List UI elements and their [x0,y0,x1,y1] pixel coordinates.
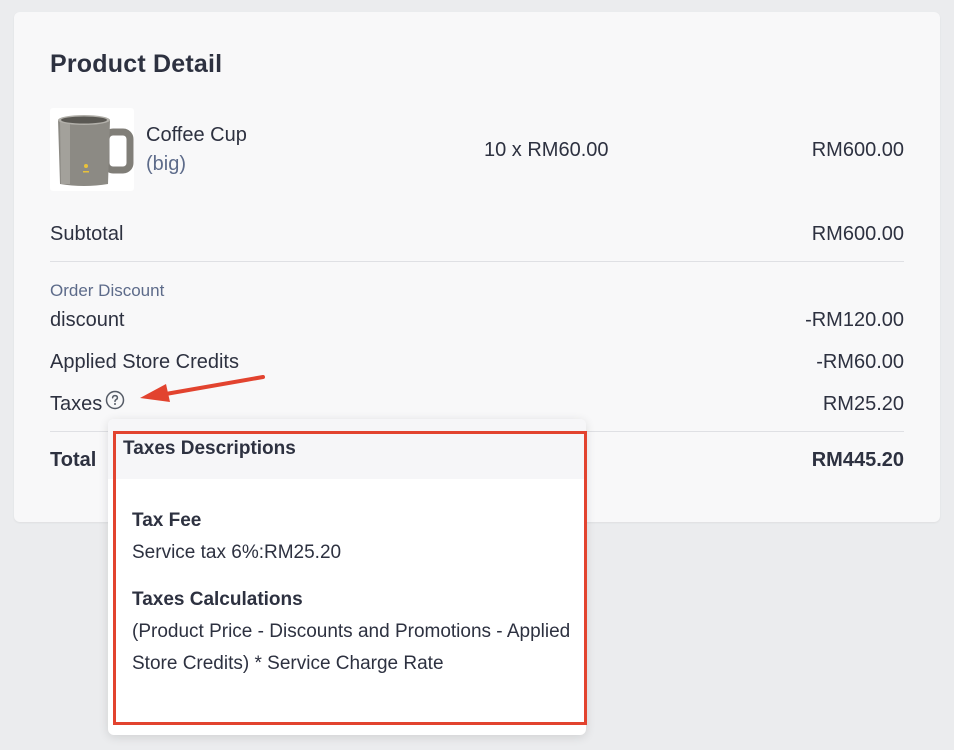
product-thumbnail [50,108,134,191]
taxes-label: Taxes [50,393,103,415]
order-discount-heading: Order Discount [50,281,165,300]
discount-value: -RM120.00 [805,309,904,331]
subtotal-label: Subtotal [50,223,124,245]
taxes-calculations-heading: Taxes Calculations [132,589,303,610]
divider [50,261,904,262]
tax-fee-heading: Tax Fee [132,510,202,531]
total-label: Total [50,449,97,471]
taxes-calculations-text: (Product Price - Discounts and Promotion… [132,621,571,674]
tax-fee-text: Service tax 6%:RM25.20 [132,542,342,563]
product-variant: (big) [146,153,187,175]
total-value: RM445.20 [811,449,904,471]
red-arrow-annotation [140,375,265,402]
popover-header: Taxes Descriptions [108,419,586,479]
product-amount: RM600.00 [811,139,904,161]
product-quantity-price: 10 x RM60.00 [484,139,609,161]
coffee-mug-icon [58,115,134,186]
page-title: Product Detail [50,50,223,78]
question-circle-icon[interactable] [105,390,125,416]
popover-title: Taxes Descriptions [123,438,296,459]
product-name[interactable]: Coffee Cup [146,124,247,147]
taxes-row: Taxes [50,390,125,416]
store-credits-value: -RM60.00 [816,351,904,373]
discount-label: discount [50,309,125,331]
taxes-description-popover: Taxes Descriptions Tax Fee Service tax 6… [108,419,586,735]
taxes-value: RM25.20 [822,393,904,415]
subtotal-value: RM600.00 [811,223,904,245]
